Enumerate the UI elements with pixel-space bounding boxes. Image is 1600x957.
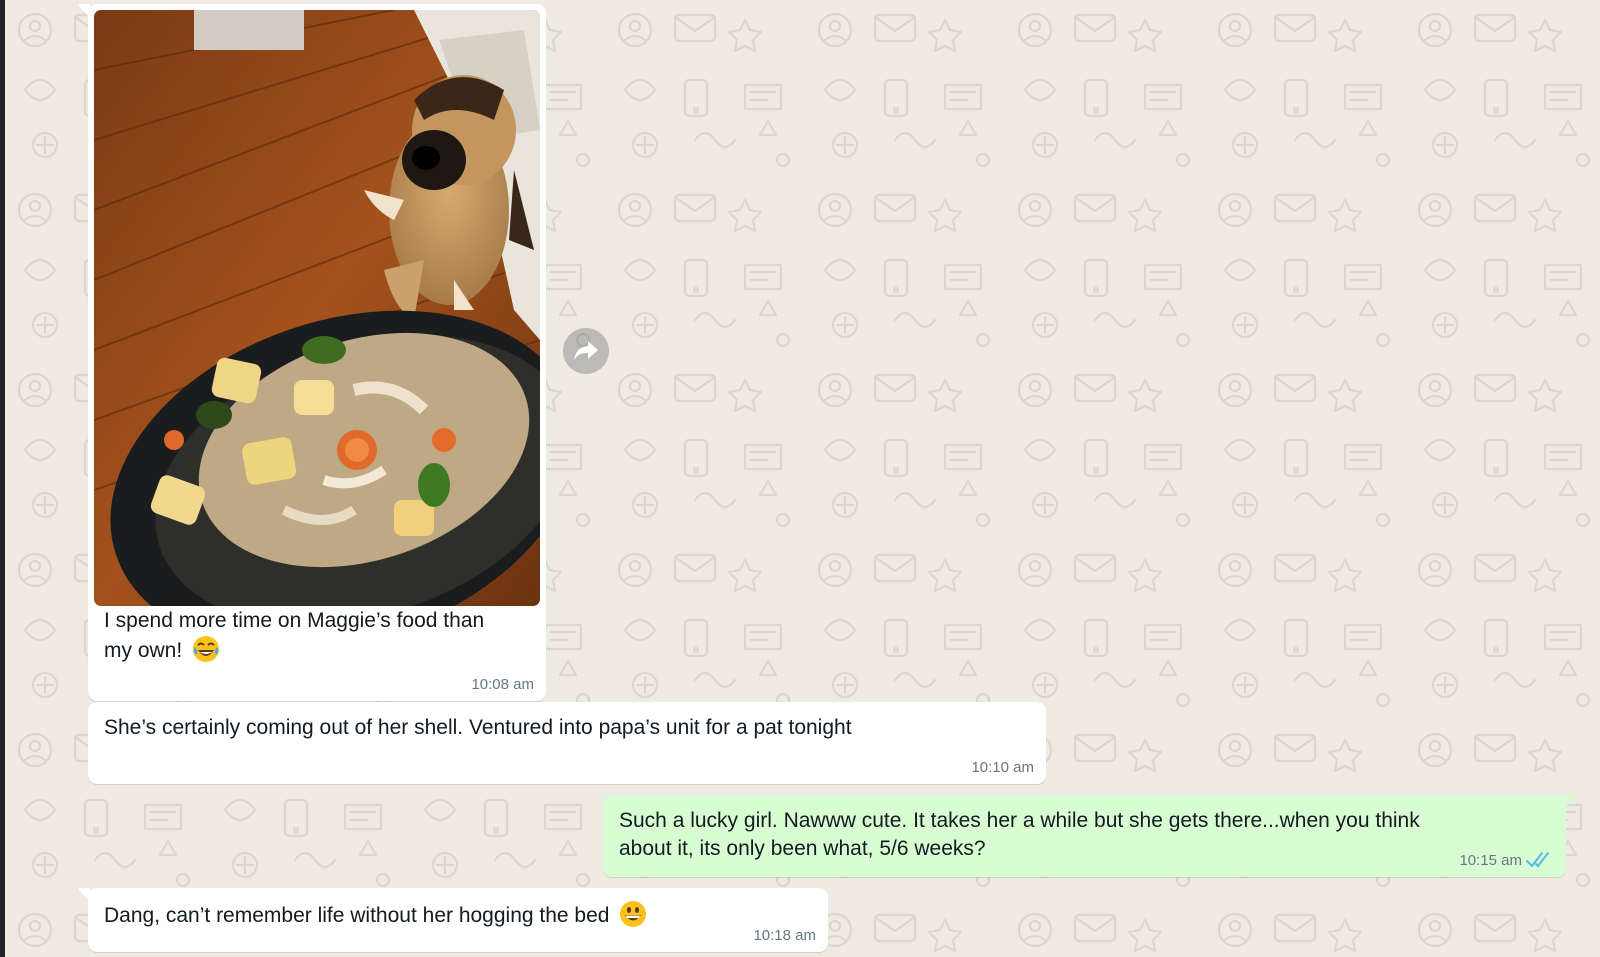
message-text-line: I spend more time on Maggie’s food than xyxy=(104,609,485,632)
forward-button[interactable] xyxy=(563,328,609,374)
message-text: Dang, can’t remember life without her ho… xyxy=(104,900,812,936)
message-time: 10:15 am xyxy=(1459,852,1522,869)
bubble-tail xyxy=(1564,795,1576,809)
grinning-face-icon xyxy=(619,900,647,936)
double-check-icon xyxy=(1526,852,1549,868)
photo-attachment[interactable] xyxy=(94,10,540,606)
message-bubble-outgoing[interactable]: Such a lucky girl. Nawww cute. It takes … xyxy=(603,795,1576,877)
message-bubble-incoming[interactable]: Dang, can’t remember life without her ho… xyxy=(78,888,828,952)
message-text: She’s certainly coming out of her shell.… xyxy=(104,716,852,739)
face-with-tears-of-joy-icon xyxy=(192,635,220,671)
message-time: 10:08 am xyxy=(471,676,534,693)
message-text: I spend more time on Maggie’s food than … xyxy=(104,607,530,671)
bubble-tail xyxy=(78,888,90,902)
message-text: Such a lucky girl. Nawww cute. It takes … xyxy=(619,807,1550,863)
bubble-tail xyxy=(78,4,90,18)
message-time: 10:10 am xyxy=(971,759,1034,776)
message-time: 10:18 am xyxy=(753,927,816,944)
forward-arrow-icon xyxy=(574,341,598,360)
message-bubble-incoming[interactable]: She’s certainly coming out of her shell.… xyxy=(88,702,1046,784)
message-bubble-incoming[interactable]: I spend more time on Maggie’s food than … xyxy=(78,4,546,701)
chat-pane[interactable]: I spend more time on Maggie’s food than … xyxy=(5,0,1600,957)
message-text-line: Such a lucky girl. Nawww cute. It takes … xyxy=(619,809,1420,832)
message-text-line: about it, its only been what, 5/6 weeks? xyxy=(619,837,986,860)
message-text-line: my own! xyxy=(104,635,530,671)
photo-dog-and-food-pot xyxy=(94,10,540,606)
